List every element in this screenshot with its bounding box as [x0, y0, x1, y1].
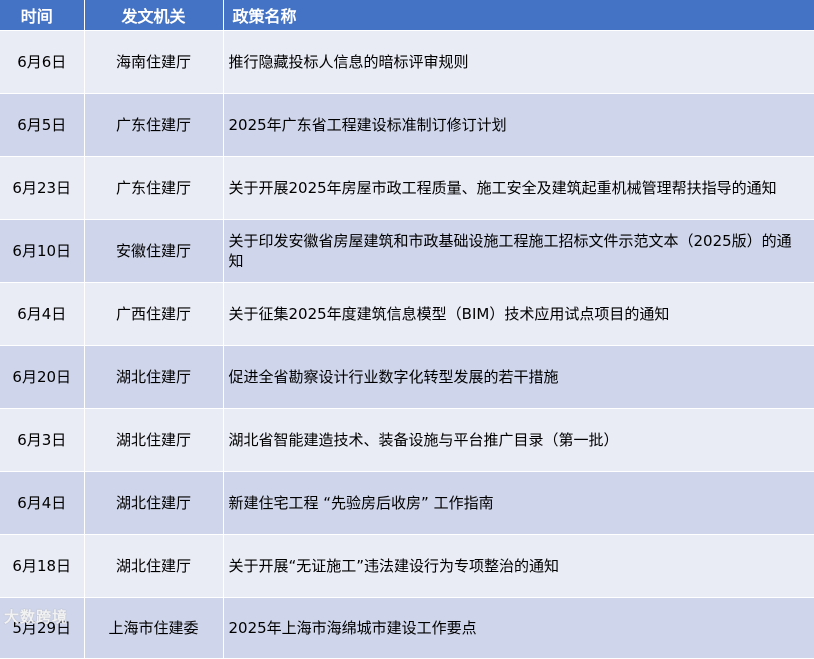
row-policy-name: 关于征集2025年度建筑信息模型（BIM）技术应用试点项目的通知: [223, 282, 814, 346]
table-row: 6月10日 安徽住建厅 关于印发安徽省房屋建筑和市政基础设施工程施工招标文件示范…: [0, 219, 814, 283]
header-policy-name: 政策名称: [223, 0, 814, 31]
row-policy-name: 湖北省智能建造技术、装备设施与平台推广目录（第一批）: [223, 408, 814, 472]
row-agency: 广西住建厅: [84, 282, 224, 346]
header-date: 时间: [0, 0, 85, 31]
row-agency: 湖北住建厅: [84, 471, 224, 535]
header-row: 时间 发文机关 政策名称: [0, 0, 814, 31]
row-policy-name: 新建住宅工程 “先验房后收房” 工作指南: [223, 471, 814, 535]
table-row: 6月20日 湖北住建厅 促进全省勘察设计行业数字化转型发展的若干措施: [0, 345, 814, 409]
row-agency: 湖北住建厅: [84, 408, 224, 472]
watermark: 大数跨境: [4, 608, 69, 626]
row-policy-name: 2025年广东省工程建设标准制订修订计划: [223, 93, 814, 157]
row-date: 6月4日: [0, 471, 85, 535]
row-policy-name: 关于开展“无证施工”违法建设行为专项整治的通知: [223, 534, 814, 598]
policy-table: 时间 发文机关 政策名称 6月6日 海南住建厅 推行隐藏投标人信息的暗标评审规则…: [0, 0, 814, 659]
row-date: 6月6日: [0, 30, 85, 94]
table-row: 6月5日 广东住建厅 2025年广东省工程建设标准制订修订计划: [0, 93, 814, 157]
row-policy-name: 关于开展2025年房屋市政工程质量、施工安全及建筑起重机械管理帮扶指导的通知: [223, 156, 814, 220]
table-row: 6月3日 湖北住建厅 湖北省智能建造技术、装备设施与平台推广目录（第一批）: [0, 408, 814, 472]
row-date: 6月3日: [0, 408, 85, 472]
row-date: 6月5日: [0, 93, 85, 157]
row-date: 6月4日: [0, 282, 85, 346]
row-date: 6月20日: [0, 345, 85, 409]
row-agency: 安徽住建厅: [84, 219, 224, 283]
row-policy-name: 推行隐藏投标人信息的暗标评审规则: [223, 30, 814, 94]
row-agency: 海南住建厅: [84, 30, 224, 94]
table-row: 6月4日 广西住建厅 关于征集2025年度建筑信息模型（BIM）技术应用试点项目…: [0, 282, 814, 346]
row-date: 6月18日: [0, 534, 85, 598]
row-agency: 广东住建厅: [84, 156, 224, 220]
row-agency: 湖北住建厅: [84, 534, 224, 598]
header-agency: 发文机关: [84, 0, 224, 31]
row-agency: 湖北住建厅: [84, 345, 224, 409]
table-row: 6月6日 海南住建厅 推行隐藏投标人信息的暗标评审规则: [0, 30, 814, 94]
table-row: 6月18日 湖北住建厅 关于开展“无证施工”违法建设行为专项整治的通知: [0, 534, 814, 598]
table-row: 6月23日 广东住建厅 关于开展2025年房屋市政工程质量、施工安全及建筑起重机…: [0, 156, 814, 220]
row-date: 6月23日: [0, 156, 85, 220]
row-policy-name: 关于印发安徽省房屋建筑和市政基础设施工程施工招标文件示范文本（2025版）的通知: [223, 219, 814, 283]
row-agency: 广东住建厅: [84, 93, 224, 157]
table-row: 6月4日 湖北住建厅 新建住宅工程 “先验房后收房” 工作指南: [0, 471, 814, 535]
row-policy-name: 促进全省勘察设计行业数字化转型发展的若干措施: [223, 345, 814, 409]
row-policy-name: 2025年上海市海绵城市建设工作要点: [223, 597, 814, 659]
table-row: 5月29日 上海市住建委 2025年上海市海绵城市建设工作要点: [0, 597, 814, 659]
row-date: 6月10日: [0, 219, 85, 283]
row-agency: 上海市住建委: [84, 597, 224, 659]
